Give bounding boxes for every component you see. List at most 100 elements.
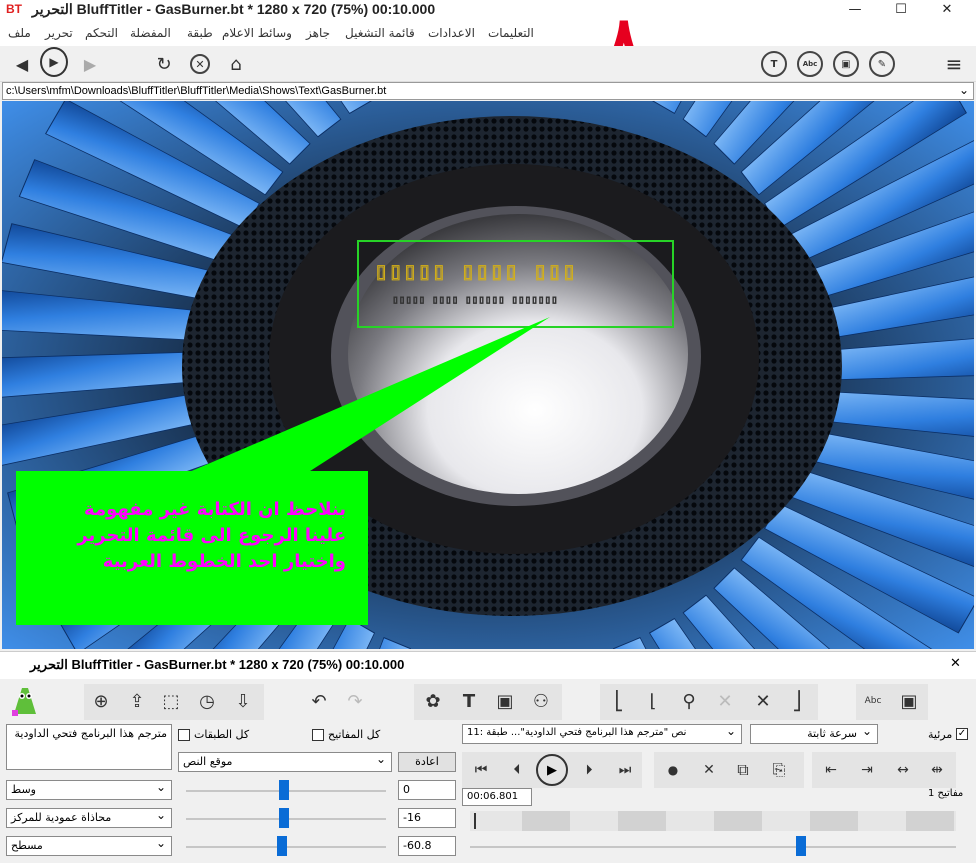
timeline-slider-track[interactable] [470,846,956,848]
keys-count-label: مفاتيح 1 [928,788,964,799]
step-back-icon[interactable]: ⏴ [502,755,532,785]
abc-tool-icon[interactable]: Abc [797,51,823,77]
redo-icon[interactable]: ↷ [340,686,370,716]
paste-icon[interactable]: ⎘ [764,755,794,785]
all-keys-checkbox[interactable] [312,729,324,741]
menu-favorites[interactable]: المفضلة [130,26,171,40]
callout-line-1: بنلاحظ ان الكتابة غير مفهومة [84,499,346,520]
undo-icon[interactable]: ↶ [304,686,334,716]
value-y-input[interactable]: -16 [398,808,456,828]
visible-checkbox[interactable]: ✓ [956,728,968,740]
close-button[interactable]: ✕ [924,0,970,22]
render-text-row2: ▯▯▯▯▯ ▯▯▯▯ ▯▯▯▯▯▯ ▯▯▯▯▯▯▯ [392,293,558,306]
timeline-track[interactable] [470,811,956,831]
chevron-down-icon[interactable]: ⌄ [959,82,969,98]
align-right-icon[interactable]: ⇥ [852,755,882,785]
clock-icon[interactable]: ◷ [192,686,222,716]
menu-edit[interactable]: تحرير [45,26,73,40]
slider-z-thumb[interactable] [277,836,287,856]
panel-toolbar: ⊕ ⇪ ⬚ ◷ ⇩ ↶ ↷ ✿ T ▣ ⚇ ⎣ ⌊ ⚲ ✕ ✕ ⎦ Abc ▣ [0,682,976,720]
render-preview[interactable]: ▯▯▯▯▯ ▯▯▯▯ ▯▯▯ ▯▯▯▯▯ ▯▯▯▯ ▯▯▯▯▯▯ ▯▯▯▯▯▯▯… [2,101,974,649]
vertical-align-select[interactable]: محاذاة عمودية للمركز [6,808,172,828]
abc-expand-icon[interactable]: Abc [858,686,888,716]
text-position-value: موقع النص [183,755,233,768]
play-button[interactable]: ▶ [40,47,68,77]
flat-select[interactable]: مسطح [6,836,172,856]
add-layer-icon[interactable]: ⊕ [86,686,116,716]
callout-line-2: علينا الرجوع الى قائمة التحرير [77,525,346,546]
window-title: التحرير BluffTitler - GasBurner.bt * 128… [32,1,436,17]
time-input[interactable]: 00:06.801 [462,788,532,806]
back-arrow-icon[interactable]: ◀ [8,50,36,78]
key-link-icon[interactable]: ⚲ [674,686,704,716]
menu-file[interactable]: ملف [8,26,31,40]
value-x-input[interactable]: 0 [398,780,456,800]
forward-arrow-icon[interactable]: ▶ [76,50,104,78]
timeline-slider-thumb[interactable] [796,836,806,856]
callout-text: بنلاحظ ان الكتابة غير مفهومة علينا الرجو… [16,497,368,575]
flat-value: مسطح [11,839,43,852]
all-layers-checkbox[interactable] [178,729,190,741]
path-field[interactable]: c:\Users\mfm\Downloads\BluffTitler\Bluff… [2,82,974,100]
shrink-icon[interactable]: ⇹ [922,755,952,785]
menu-ready[interactable]: جاهز [306,26,330,40]
menu-bar: ملف تحرير التحكم المفضلة طبقة وسائط الاع… [0,22,976,46]
all-layers-label: كل الطبقات [194,728,250,741]
panel-title: التحرير BluffTitler - GasBurner.bt * 128… [30,657,405,672]
key-delete-icon[interactable]: ✕ [748,686,778,716]
panel-play-button[interactable]: ▶ [536,754,568,786]
text-tool-icon[interactable]: T [761,51,787,77]
hamburger-menu-icon[interactable]: ≡ [940,50,968,78]
refresh-icon[interactable]: ↻ [150,50,178,78]
key-last-icon[interactable]: ⎦ [782,686,812,716]
record-icon[interactable]: ● [658,755,688,785]
delete-key-icon[interactable]: ✕ [694,755,724,785]
home-icon[interactable]: ⌂ [222,50,250,78]
speed-select-value: سرعة ثابتة [807,727,857,740]
callout-line-3: واختيار احد الخطوط العربية [102,551,346,572]
text-layer-icon[interactable]: T [454,686,484,716]
copy-icon[interactable]: ⧉ [728,755,758,785]
skip-end-icon[interactable]: ⏭ [610,755,640,785]
text-position-select[interactable]: موقع النص [178,752,392,772]
image-layer-icon[interactable]: ▣ [490,686,520,716]
slider-x-thumb[interactable] [279,780,289,800]
key-first-icon[interactable]: ⎣ [604,686,634,716]
image-tool-icon[interactable]: ▣ [833,51,859,77]
maximize-button[interactable]: ☐ [878,0,924,22]
menu-layer[interactable]: طبقة [187,26,213,40]
shape-layer-icon[interactable]: ✿ [418,686,448,716]
image-expand-icon[interactable]: ▣ [894,686,924,716]
path-value: c:\Users\mfm\Downloads\BluffTitler\Bluff… [6,85,387,97]
menu-playlist[interactable]: قائمة التشغيل [345,26,415,40]
speed-select[interactable]: سرعة ثابتة [750,724,878,744]
menu-help[interactable]: التعليمات [488,26,534,40]
panel-close-button[interactable]: ✕ [950,656,961,671]
skip-start-icon[interactable]: ⏮ [466,755,496,785]
particle-layer-icon[interactable]: ⚇ [526,686,556,716]
minimize-button[interactable]: — [832,0,878,22]
frame-icon[interactable]: ⬚ [156,686,186,716]
value-z-input[interactable]: -60.8 [398,836,456,856]
stop-icon[interactable]: ✕ [190,54,210,74]
menu-media[interactable]: وسائط الاعلام [222,26,292,40]
menu-control[interactable]: التحكم [85,26,118,40]
title-bar: BT التحرير BluffTitler - GasBurner.bt * … [0,0,976,22]
import-icon[interactable]: ⇩ [228,686,258,716]
horizontal-align-select[interactable]: وسط [6,780,172,800]
key-prev-icon[interactable]: ⌊ [638,686,668,716]
menu-settings[interactable]: الاعدادات [428,26,475,40]
layer-select[interactable]: 11: نص "مترجم هذا البرنامج فتحي الداودية… [462,724,742,744]
pen-tool-icon[interactable]: ✎ [869,51,895,77]
key-disabled-icon[interactable]: ✕ [710,686,740,716]
app-logo-icon: BT [6,2,22,16]
horizontal-align-value: وسط [11,783,36,796]
all-keys-label: كل المفاتيح [328,728,381,741]
slider-y-thumb[interactable] [279,808,289,828]
text-content-box[interactable]: مترجم هذا البرنامج فتحي الداودية [6,724,172,770]
stretch-icon[interactable]: ↔ [888,755,918,785]
align-left-icon[interactable]: ⇤ [816,755,846,785]
step-forward-icon[interactable]: ⏵ [574,755,604,785]
open-folder-icon[interactable]: ⇪ [122,686,152,716]
reset-button[interactable]: اعادة [398,752,456,772]
